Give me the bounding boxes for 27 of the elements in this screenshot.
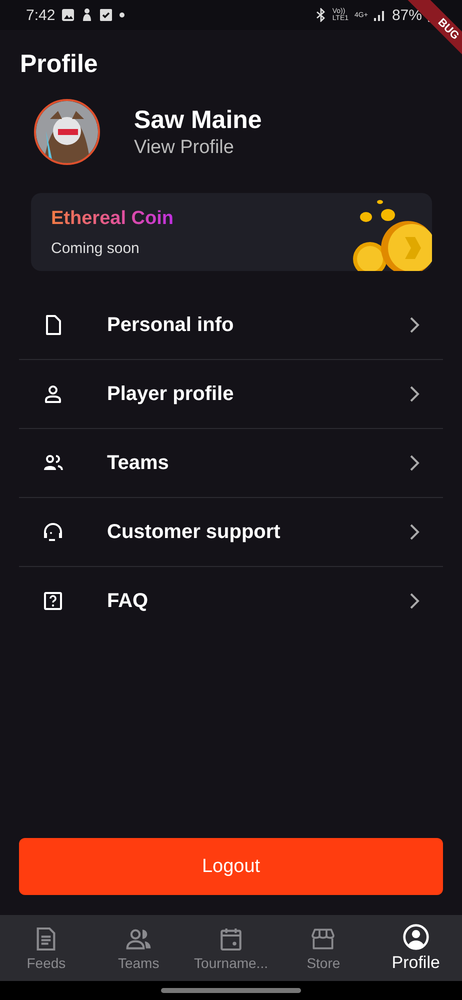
logout-button[interactable]: Logout <box>19 838 443 895</box>
menu-item[interactable]: Teams <box>19 429 443 498</box>
nav-tab[interactable]: Tourname... <box>184 915 278 981</box>
coin-card[interactable]: Ethereal Coin Coming soon <box>31 193 432 271</box>
dot-icon <box>119 12 126 18</box>
menu-item[interactable]: Player profile <box>19 360 443 429</box>
figure-icon <box>81 8 94 22</box>
nav-tab[interactable]: Teams <box>92 915 185 981</box>
page-title: Profile <box>20 50 99 79</box>
coin-subtitle: Coming soon <box>51 240 140 256</box>
view-profile-link[interactable]: View Profile <box>134 136 262 158</box>
battery-percent: 87% <box>392 6 422 24</box>
user-name: Saw Maine <box>134 106 262 134</box>
profile-icon <box>402 923 430 951</box>
checkbox-icon <box>99 8 114 22</box>
menu-item[interactable]: Customer support <box>19 498 443 567</box>
question-icon <box>41 589 65 613</box>
signal-icon <box>374 9 386 21</box>
menu-item[interactable]: FAQ <box>19 567 443 635</box>
bluetooth-icon <box>316 8 326 22</box>
nav-tab[interactable]: Feeds <box>0 915 92 981</box>
menu-item[interactable]: Personal info <box>19 291 443 360</box>
status-time: 7:42 <box>26 6 56 24</box>
image-icon <box>61 8 76 22</box>
nav-tab[interactable]: Profile <box>370 915 462 981</box>
headset-icon <box>41 520 65 544</box>
nav-tab[interactable]: Store <box>277 915 370 981</box>
